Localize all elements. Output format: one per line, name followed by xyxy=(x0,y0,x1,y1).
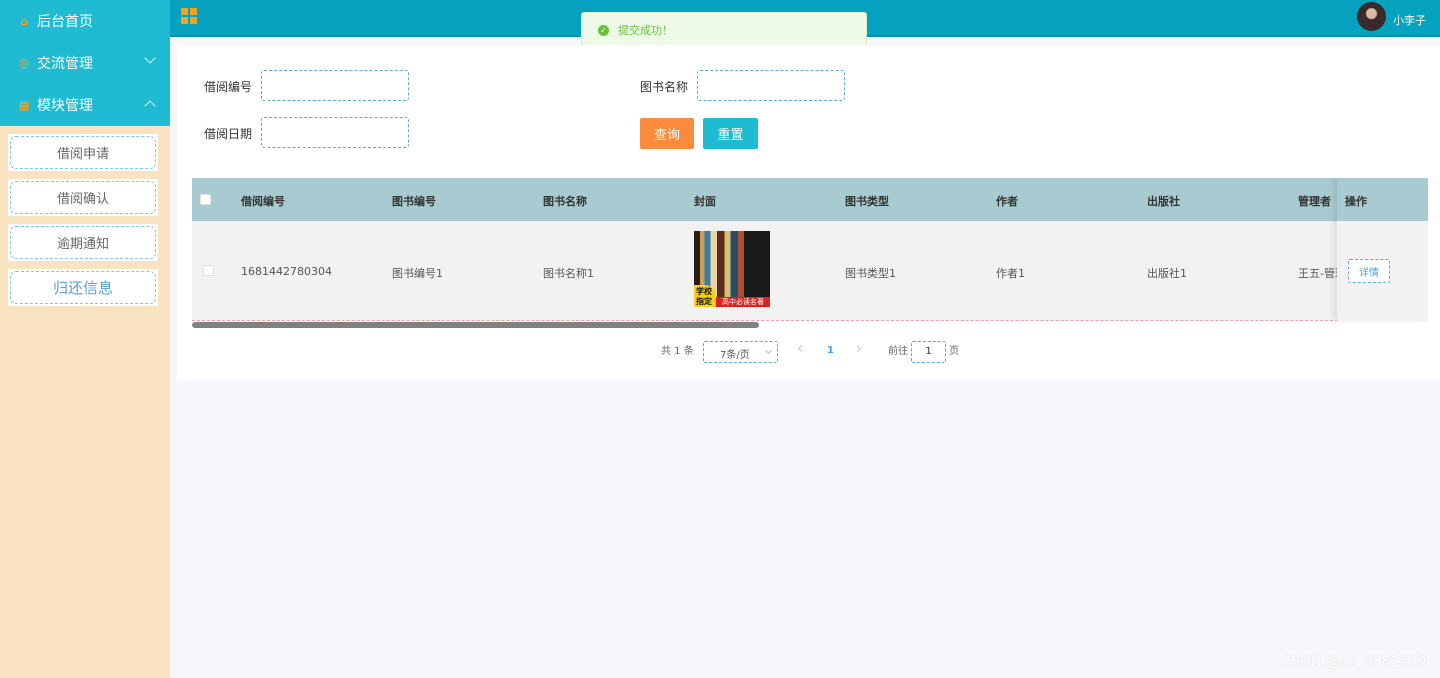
menu-item-label: 后台首页 xyxy=(37,14,93,30)
book-cover-image[interactable]: 学校指定 高中必读名著 xyxy=(694,231,770,307)
cell-publisher: 出版社1 xyxy=(1147,267,1187,280)
chevron-down-icon xyxy=(144,52,156,64)
cell-book-no: 图书编号1 xyxy=(392,267,443,280)
page-size-value: 7条/页 xyxy=(720,350,750,361)
watermark: CSDN @vx_BS81330 xyxy=(1281,654,1426,670)
label-borrow-no: 借阅编号 xyxy=(204,80,253,94)
home-icon: ⌂ xyxy=(20,14,28,28)
main-panel: 借阅编号 图书名称 借阅日期 查询 重置 借阅编号 图书编号 图书名称 封面 图… xyxy=(177,45,1440,380)
chevron-down-icon xyxy=(764,346,773,355)
module-icon: ▦ xyxy=(18,98,30,112)
submenu-label: 借阅确认 xyxy=(10,181,156,214)
pagination-total: 共 1 条 xyxy=(661,346,694,357)
table-row: 1681442780304 图书编号1 图书名称1 学校指定 高中必读名著 图书… xyxy=(192,221,1428,321)
col-manager: 管理者 xyxy=(1298,195,1331,208)
fixed-action-column: 操作 详情 xyxy=(1337,178,1428,321)
col-borrow-no: 借阅编号 xyxy=(241,195,285,208)
query-button[interactable]: 查询 xyxy=(640,118,694,149)
page-size-select[interactable]: 7条/页 xyxy=(703,341,778,363)
submenu: 借阅申请 借阅确认 逾期通知 归还信息 xyxy=(0,126,170,306)
menu-item-home[interactable]: ⌂ 后台首页 xyxy=(0,0,170,42)
col-author: 作者 xyxy=(996,195,1018,208)
label-book-name: 图书名称 xyxy=(640,80,689,94)
menu-item-communication[interactable]: ◎ 交流管理 xyxy=(0,42,170,84)
toast-message: 提交成功！ xyxy=(618,24,673,37)
avatar[interactable] xyxy=(1357,2,1386,31)
table-header: 借阅编号 图书编号 图书名称 封面 图书类型 作者 出版社 管理者 xyxy=(192,178,1428,221)
goto-page-input[interactable]: 1 xyxy=(911,341,946,363)
cover-band: 高中必读名著 xyxy=(716,297,770,307)
col-book-no: 图书编号 xyxy=(392,195,436,208)
cover-badge: 学校指定 xyxy=(694,285,716,307)
cell-author: 作者1 xyxy=(996,267,1025,280)
label-borrow-date: 借阅日期 xyxy=(204,127,253,141)
menu-toggle-icon[interactable] xyxy=(181,8,198,25)
cell-borrow-no: 1681442780304 xyxy=(241,265,332,278)
action-cell: 详情 xyxy=(1337,221,1428,321)
current-page[interactable]: 1 xyxy=(827,345,834,356)
reset-button[interactable]: 重置 xyxy=(703,118,758,149)
data-table: 借阅编号 图书编号 图书名称 封面 图书类型 作者 出版社 管理者 168144… xyxy=(192,178,1428,328)
submenu-label: 借阅申请 xyxy=(10,136,156,169)
menu-item-label: 模块管理 xyxy=(37,98,93,114)
submenu-label: 逾期通知 xyxy=(10,226,156,259)
success-toast: ✓ 提交成功！ xyxy=(581,12,867,48)
action-header: 操作 xyxy=(1337,178,1428,221)
detail-button[interactable]: 详情 xyxy=(1348,259,1390,283)
submenu-item-borrow-apply[interactable]: 借阅申请 xyxy=(8,134,158,171)
check-circle-icon: ✓ xyxy=(598,24,609,36)
menu-item-label: 交流管理 xyxy=(37,56,93,72)
prev-page-icon[interactable] xyxy=(797,344,806,353)
cell-book-name: 图书名称1 xyxy=(543,267,594,280)
chat-icon: ◎ xyxy=(18,56,30,70)
col-publisher: 出版社 xyxy=(1147,195,1180,208)
username[interactable]: 小李子 xyxy=(1393,12,1426,28)
submenu-item-overdue-notice[interactable]: 逾期通知 xyxy=(8,224,158,261)
book-name-input[interactable] xyxy=(697,70,845,101)
sidebar: ⌂ 后台首页 ◎ 交流管理 ▦ 模块管理 借阅申请 借阅确认 逾期通知 归还信息 xyxy=(0,0,170,678)
col-cover: 封面 xyxy=(694,195,716,208)
page-unit-label: 页 xyxy=(949,346,959,357)
cell-book-type: 图书类型1 xyxy=(845,267,896,280)
chevron-up-icon xyxy=(144,100,156,112)
goto-label: 前往 xyxy=(888,346,908,357)
submenu-label: 归还信息 xyxy=(10,271,156,304)
col-book-name: 图书名称 xyxy=(543,195,587,208)
col-book-type: 图书类型 xyxy=(845,195,889,208)
menu-item-modules[interactable]: ▦ 模块管理 xyxy=(0,84,170,126)
col-action: 操作 xyxy=(1345,195,1367,208)
borrow-no-input[interactable] xyxy=(261,70,409,101)
next-page-icon[interactable] xyxy=(853,344,862,353)
horizontal-scrollbar[interactable] xyxy=(192,322,759,328)
borrow-date-input[interactable] xyxy=(261,117,409,148)
row-checkbox[interactable] xyxy=(203,265,214,276)
select-all-checkbox[interactable] xyxy=(200,194,211,205)
submenu-item-return-info[interactable]: 归还信息 xyxy=(8,269,158,306)
submenu-item-borrow-confirm[interactable]: 借阅确认 xyxy=(8,179,158,216)
